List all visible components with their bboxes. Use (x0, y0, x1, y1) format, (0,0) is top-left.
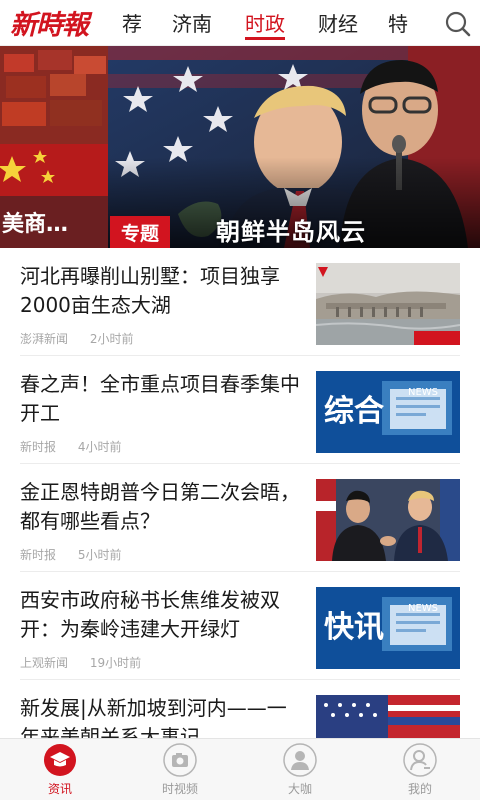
camera-icon (163, 743, 197, 777)
tab-finance[interactable]: 财经 (318, 0, 358, 46)
news-source: 上观新闻 (20, 656, 69, 670)
banner-title: 朝鲜半岛风云 (216, 218, 366, 246)
news-thumbnail: 快讯 NEWS (316, 587, 460, 669)
news-source: 新时报 (20, 548, 57, 562)
news-title: 春之声！全市重点项目春季集中开工 (20, 372, 300, 425)
thumb-label: 快讯 (324, 610, 384, 645)
search-icon[interactable] (444, 10, 472, 38)
news-meta: 上观新闻 19小时前 (20, 654, 141, 671)
news-time: 2小时前 (89, 332, 134, 346)
news-meta: 新时报 5小时前 (20, 546, 121, 563)
nav-news[interactable]: 资讯 (0, 739, 120, 800)
news-thumbnail (316, 263, 460, 345)
news-thumbnail (316, 479, 460, 561)
tab-recommend[interactable]: 荐 (122, 0, 142, 46)
list-item[interactable]: 河北再曝削山别墅：项目独享2000亩生态大湖 澎湃新闻 2小时前 (0, 248, 480, 356)
thumb-news-tag: NEWS (408, 603, 438, 614)
banner-previous-slide[interactable]: 美商… (0, 46, 108, 248)
news-title: 西安市政府秘书长焦维发被双开：为秦岭违建大开绿灯 (20, 588, 280, 641)
nav-label: 大咖 (287, 782, 312, 796)
list-item[interactable]: 春之声！全市重点项目春季集中开工 新时报 4小时前 综合 NEWS (0, 356, 480, 464)
news-time: 19小时前 (89, 656, 142, 670)
tab-politics[interactable]: 时政 (245, 0, 285, 46)
news-source: 澎湃新闻 (20, 332, 69, 346)
banner-previous-caption: 美商… (2, 212, 69, 237)
channel-tabs: 荐 济南 时政 财经 特 (114, 0, 480, 46)
profile-icon (403, 743, 437, 777)
featured-banner[interactable]: 美商… 专题 朝鲜半岛风云 (0, 46, 480, 248)
nav-label: 我的 (407, 782, 432, 796)
news-title: 金正恩特朗普今日第二次会晤，都有哪些看点？ (20, 480, 300, 533)
news-source: 新时报 (20, 440, 57, 454)
nav-video[interactable]: 时视频 (120, 739, 240, 800)
nav-label: 资讯 (47, 782, 72, 796)
tab-jinan[interactable]: 济南 (172, 0, 212, 46)
topic-badge: 专题 (110, 216, 170, 248)
news-time: 5小时前 (77, 548, 122, 562)
news-meta: 新时报 4小时前 (20, 438, 121, 455)
thumb-news-tag: NEWS (408, 387, 438, 398)
nav-profile[interactable]: 我的 (360, 739, 480, 800)
news-title: 河北再曝削山别墅：项目独享2000亩生态大湖 (20, 264, 280, 317)
news-cap-icon (43, 743, 77, 777)
nav-experts[interactable]: 大咖 (240, 739, 360, 800)
tab-special[interactable]: 特 (388, 0, 408, 46)
person-icon (283, 743, 317, 777)
news-thumbnail: 综合 NEWS (316, 371, 460, 453)
news-meta: 澎湃新闻 2小时前 (20, 330, 133, 347)
news-time: 4小时前 (77, 440, 122, 454)
nav-label: 时视频 (161, 782, 198, 796)
bottom-nav: 资讯 时视频 大咖 我的 (0, 738, 480, 800)
top-header: 新時報 荐 济南 时政 财经 特 (0, 0, 480, 46)
app-logo: 新時報 (10, 10, 89, 41)
list-item[interactable]: 西安市政府秘书长焦维发被双开：为秦岭违建大开绿灯 上观新闻 19小时前 快讯 N… (0, 572, 480, 680)
thumb-label: 综合 (324, 394, 384, 429)
list-item[interactable]: 金正恩特朗普今日第二次会晤，都有哪些看点？ 新时报 5小时前 (0, 464, 480, 572)
